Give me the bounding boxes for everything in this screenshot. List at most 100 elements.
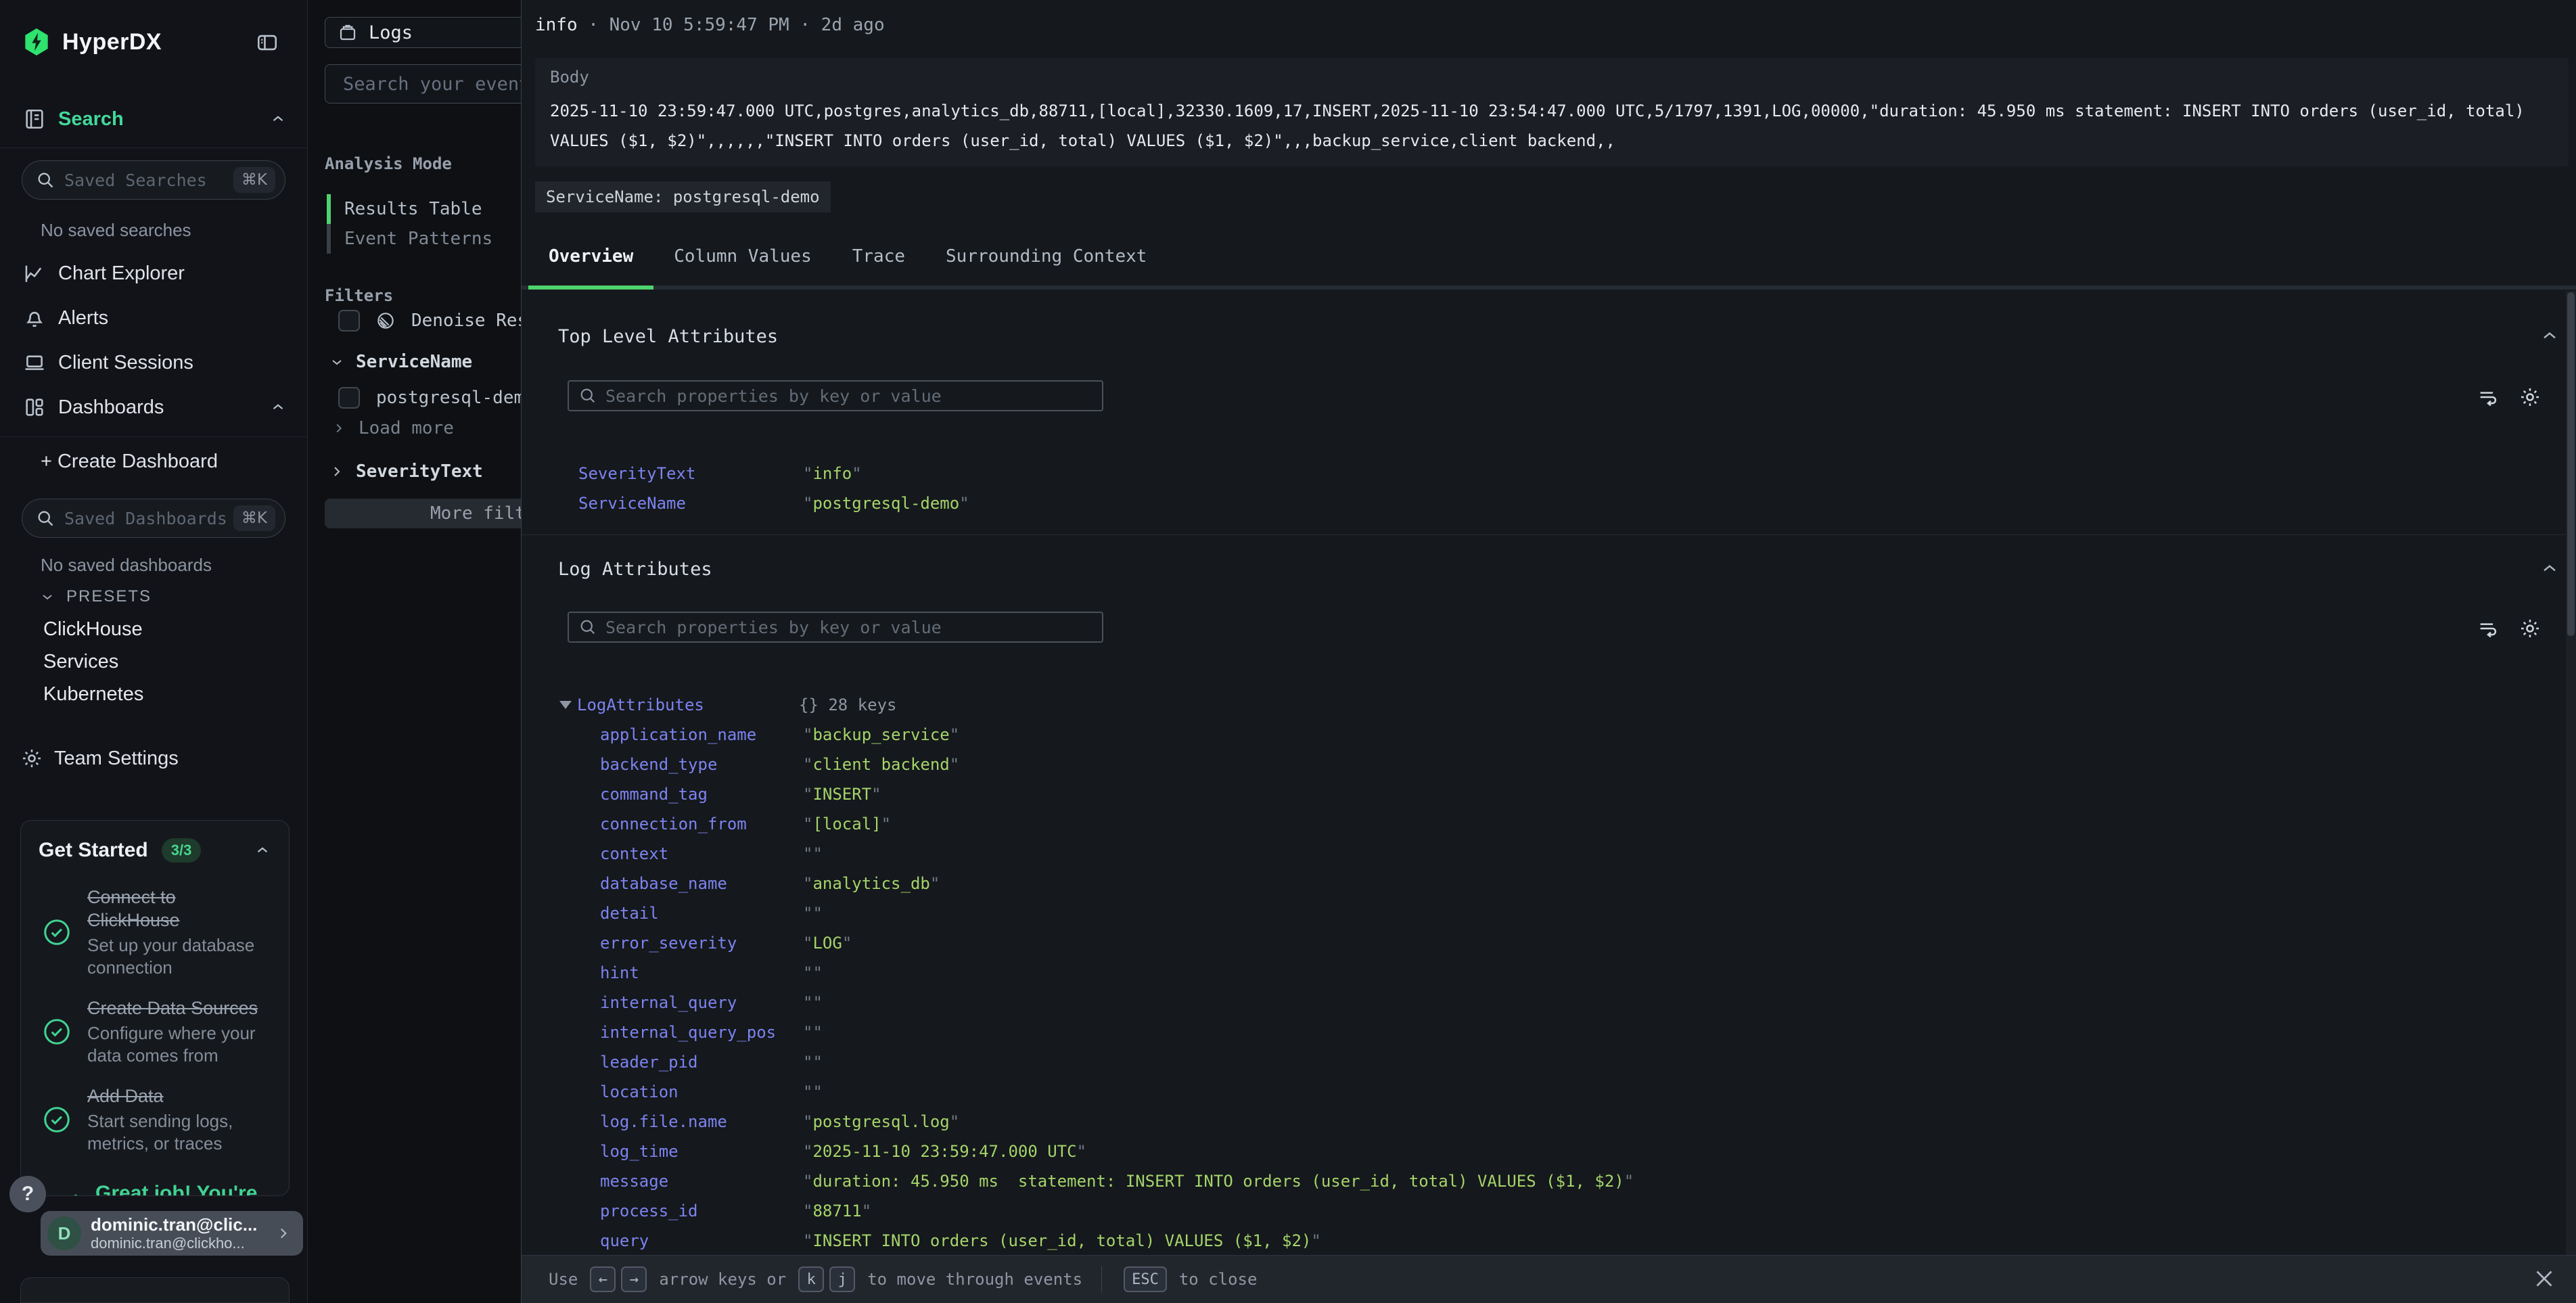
attr-value[interactable]: [local] <box>803 815 891 833</box>
attr-value[interactable]: analytics_db <box>803 874 940 893</box>
attribute-tree-root[interactable]: LogAttributes {} 28 keys <box>522 690 2564 720</box>
help-button[interactable]: ? <box>9 1176 46 1212</box>
attr-value[interactable]: backup_service <box>803 725 959 744</box>
sidebar-item-search[interactable]: Search <box>23 103 287 135</box>
attr-key[interactable]: ServiceName <box>578 494 803 513</box>
load-more[interactable]: Load more <box>331 418 454 438</box>
log-attributes-search-input[interactable] <box>605 618 1092 637</box>
collapse-section-icon[interactable] <box>2539 557 2560 579</box>
attr-root-key[interactable]: LogAttributes <box>577 695 799 714</box>
attr-value[interactable]: duration: 45.950 ms statement: INSERT IN… <box>803 1172 1634 1191</box>
attr-key[interactable]: connection_from <box>600 815 803 833</box>
attr-key[interactable]: backend_type <box>600 755 803 774</box>
task-create-data-sources[interactable]: Create Data Sources Configure where your… <box>41 997 273 1067</box>
sidebar-item-client-sessions[interactable]: Client Sessions <box>23 348 287 378</box>
attr-key[interactable]: message <box>600 1172 803 1191</box>
tab-overview[interactable]: Overview <box>528 227 653 285</box>
attr-key[interactable]: query <box>600 1231 803 1250</box>
attr-value[interactable] <box>803 844 823 863</box>
attr-key[interactable]: internal_query <box>600 993 803 1012</box>
gear-icon[interactable] <box>2518 386 2542 409</box>
gear-icon[interactable] <box>2518 617 2542 640</box>
service-checkbox[interactable] <box>338 387 360 409</box>
saved-searches-input[interactable]: Saved Searches ⌘K <box>22 160 285 200</box>
denoise-filter[interactable]: Denoise Resul <box>338 310 521 332</box>
scrollbar-track[interactable] <box>2566 291 2576 1255</box>
denoise-checkbox[interactable] <box>338 310 360 332</box>
attr-value[interactable]: postgresql.log <box>803 1112 959 1131</box>
attr-key[interactable]: application_name <box>600 725 803 744</box>
attr-key[interactable]: hint <box>600 963 803 982</box>
attr-key[interactable]: location <box>600 1082 803 1101</box>
attr-key[interactable]: error_severity <box>600 934 803 953</box>
attr-value[interactable]: info <box>803 464 862 483</box>
attr-key[interactable]: internal_query_pos <box>600 1023 803 1042</box>
preset-kubernetes[interactable]: Kubernetes <box>43 683 143 706</box>
top-level-search-input[interactable] <box>605 386 1092 406</box>
caret-expanded-icon[interactable] <box>559 701 572 709</box>
attr-value[interactable]: INSERT INTO orders (user_id, total) VALU… <box>803 1231 1321 1250</box>
attr-value[interactable] <box>803 1053 823 1072</box>
top-level-search[interactable] <box>568 380 1103 411</box>
log-attributes-search[interactable] <box>568 612 1103 643</box>
attr-key[interactable]: context <box>600 844 803 863</box>
attr-value[interactable] <box>803 1082 823 1101</box>
mode-event-patterns[interactable]: Event Patterns <box>327 224 521 254</box>
attr-key[interactable]: process_id <box>600 1202 803 1220</box>
close-icon[interactable] <box>2532 1266 2556 1291</box>
chevron-up-icon[interactable] <box>269 110 287 128</box>
attr-value[interactable]: postgresql-demo <box>803 494 969 513</box>
attr-key[interactable]: database_name <box>600 874 803 893</box>
sidebar-item-chart-explorer[interactable]: Chart Explorer <box>23 258 287 288</box>
sidebar-item-team-settings[interactable]: Team Settings <box>20 747 179 770</box>
attr-value[interactable] <box>803 904 823 923</box>
preset-services[interactable]: Services <box>43 651 118 673</box>
sidebar-item-dashboards[interactable]: Dashboards <box>23 392 287 422</box>
event-search-input[interactable]: Search your event <box>325 64 521 104</box>
line-chart-icon <box>23 262 46 285</box>
filter-group-servicename[interactable]: ServiceName <box>329 352 472 372</box>
service-name-tag[interactable]: ServiceName: postgresql-demo <box>535 181 831 212</box>
saved-dashboards-input[interactable]: Saved Dashboards ⌘K <box>22 499 285 538</box>
attr-key[interactable]: SeverityText <box>578 464 803 483</box>
attr-key[interactable]: leader_pid <box>600 1053 803 1072</box>
mode-results-table[interactable]: Results Table <box>327 194 521 224</box>
scrollbar-thumb[interactable] <box>2567 292 2575 636</box>
collapse-section-icon[interactable] <box>2539 325 2560 346</box>
attr-key[interactable]: command_tag <box>600 785 803 804</box>
body-text: 2025-11-10 23:59:47.000 UTC,postgres,ana… <box>550 96 2539 156</box>
attr-value[interactable] <box>803 993 823 1012</box>
service-filter-option[interactable]: postgresql-demo <box>338 387 521 409</box>
attr-key[interactable]: log_time <box>600 1142 803 1161</box>
chevron-up-icon[interactable] <box>269 398 287 416</box>
user-menu[interactable]: D dominic.tran@clic... dominic.tran@clic… <box>41 1211 303 1256</box>
attr-value[interactable]: client backend <box>803 755 959 774</box>
filter-group-severitytext[interactable]: SeverityText <box>329 461 483 482</box>
task-add-data[interactable]: Add Data Start sending logs, metrics, or… <box>41 1084 273 1155</box>
tab-trace[interactable]: Trace <box>832 227 925 285</box>
sidebar-item-alerts[interactable]: Alerts <box>23 303 287 333</box>
presets-toggle[interactable]: PRESETS <box>39 587 152 606</box>
dashboard-grid-icon <box>23 396 46 419</box>
chevron-up-icon[interactable] <box>254 842 271 859</box>
attr-key[interactable]: log.file.name <box>600 1112 803 1131</box>
task-connect-clickhouse[interactable]: Connect to ClickHouse Set up your databa… <box>41 886 273 979</box>
attr-value[interactable]: INSERT <box>803 785 881 804</box>
attr-key[interactable]: detail <box>600 904 803 923</box>
preset-clickhouse[interactable]: ClickHouse <box>43 618 143 641</box>
more-filters-button[interactable]: More filte <box>325 499 521 528</box>
event-header: info · Nov 10 5:59:47 PM · 2d ago <box>535 15 885 35</box>
no-saved-searches-note: No saved searches <box>41 220 191 241</box>
attr-value[interactable] <box>803 963 823 982</box>
sidebar-collapse-icon[interactable] <box>256 31 279 54</box>
source-selector[interactable]: Logs <box>325 17 521 48</box>
wrap-lines-icon[interactable] <box>2477 386 2500 409</box>
attr-value[interactable]: 2025-11-10 23:59:47.000 UTC <box>803 1142 1086 1161</box>
tab-surrounding-context[interactable]: Surrounding Context <box>925 227 1167 285</box>
attr-value[interactable] <box>803 1023 823 1042</box>
wrap-lines-icon[interactable] <box>2477 617 2500 640</box>
attr-value[interactable]: LOG <box>803 934 852 953</box>
create-dashboard-button[interactable]: + Create Dashboard <box>41 451 218 473</box>
attr-value[interactable]: 88711 <box>803 1202 871 1220</box>
tab-column-values[interactable]: Column Values <box>653 227 832 285</box>
